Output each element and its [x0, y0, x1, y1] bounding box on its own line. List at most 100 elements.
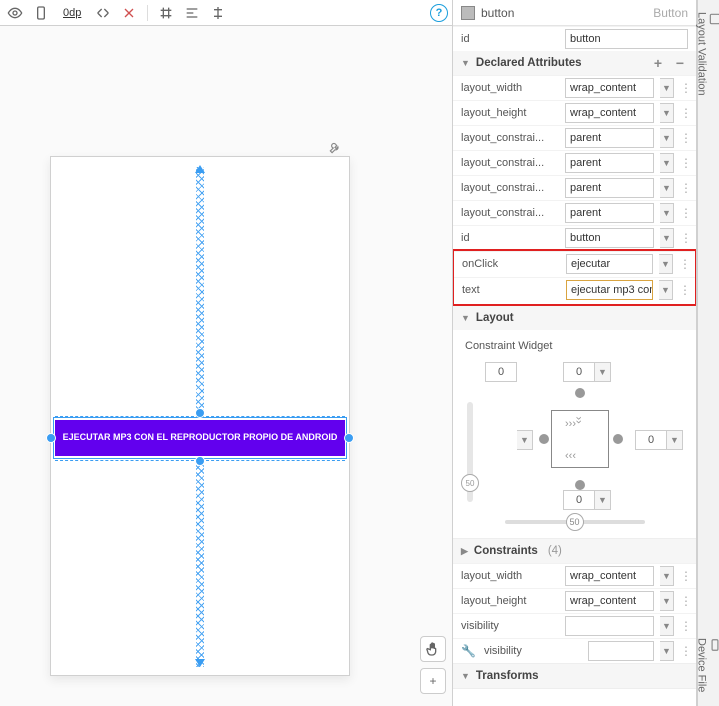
- anchor-left[interactable]: [539, 434, 549, 444]
- device-icon[interactable]: [30, 2, 52, 24]
- right-tool-tabs: Layout Validation Device File: [697, 0, 719, 706]
- object-name: button: [481, 6, 514, 20]
- more-icon[interactable]: ⋮: [680, 181, 688, 195]
- section-header-constraints[interactable]: ▶ Constraints (4): [453, 539, 696, 563]
- more-icon[interactable]: ⋮: [680, 619, 688, 633]
- dropdown-icon[interactable]: ▼: [595, 490, 611, 510]
- margin-right-field[interactable]: 0: [635, 430, 667, 450]
- canvas-area[interactable]: EJECUTAR MP3 CON EL REPRODUCTOR PROPIO D…: [0, 26, 452, 706]
- tab-layout-validation[interactable]: Layout Validation: [694, 6, 719, 102]
- attr-value-field[interactable]: parent: [565, 153, 654, 173]
- anchor-top[interactable]: [575, 388, 585, 398]
- dropdown-icon[interactable]: ▼: [660, 203, 674, 223]
- tab-device-file[interactable]: Device File: [694, 632, 719, 698]
- wrench-icon: 🔧: [461, 644, 476, 658]
- dropdown-icon[interactable]: ▼: [660, 616, 674, 636]
- attr-value-field[interactable]: wrap_content: [565, 566, 654, 586]
- attr-value-field[interactable]: parent: [565, 178, 654, 198]
- dropdown-icon[interactable]: ▼: [659, 280, 673, 300]
- margin-top-field[interactable]: 0: [563, 362, 595, 382]
- dropdown-icon[interactable]: ▼: [595, 362, 611, 382]
- more-icon[interactable]: ⋮: [680, 156, 688, 170]
- dropdown-icon[interactable]: ▼: [660, 591, 674, 611]
- attr-label: layout_constrai...: [461, 207, 559, 219]
- section-header-declared[interactable]: ▼ Declared Attributes + −: [453, 51, 696, 75]
- design-canvas-pane: 0dp ? EJECUTAR MP3 CON EL REPRODUCTOR PR…: [0, 0, 453, 706]
- more-icon[interactable]: ⋮: [680, 131, 688, 145]
- constraint-handle-bottom[interactable]: [195, 456, 205, 466]
- attr-value-field[interactable]: button: [565, 228, 654, 248]
- more-icon[interactable]: ⋮: [680, 206, 688, 220]
- margin-left-field[interactable]: 0: [485, 362, 517, 382]
- add-attribute-button[interactable]: +: [650, 55, 666, 71]
- help-icon[interactable]: ?: [430, 4, 448, 22]
- bias-thumb[interactable]: 50: [461, 474, 479, 492]
- more-icon[interactable]: ⋮: [679, 283, 687, 297]
- attr-value-field[interactable]: ejecutar mp3 con el reproductor propio d…: [566, 280, 653, 300]
- more-icon[interactable]: ⋮: [680, 106, 688, 120]
- more-icon[interactable]: ⋮: [680, 569, 688, 583]
- autoconnect-icon[interactable]: [92, 2, 114, 24]
- vertical-bias-slider[interactable]: 50: [467, 402, 473, 502]
- guideline-icon[interactable]: [207, 2, 229, 24]
- horizontal-bias-slider[interactable]: 50: [505, 520, 645, 524]
- more-icon[interactable]: ⋮: [680, 594, 688, 608]
- attr-row: visibility ▼ ⋮: [453, 613, 696, 638]
- constraint-widget[interactable]: 50 0 ▼ 0 ▼ 0 ▼ 0 ▼ ››› ‹‹‹ ››: [465, 362, 685, 512]
- section-header-transforms[interactable]: ▼ Transforms: [453, 664, 696, 688]
- dropdown-icon[interactable]: ▼: [667, 430, 683, 450]
- id-row: id button: [453, 26, 696, 51]
- dropdown-icon[interactable]: ▼: [660, 103, 674, 123]
- dropdown-icon[interactable]: ▼: [660, 178, 674, 198]
- dropdown-icon[interactable]: ▼: [660, 153, 674, 173]
- attributes-panel: button Button id button ▼ Declared Attri…: [453, 0, 697, 706]
- attr-value-field[interactable]: parent: [565, 203, 654, 223]
- dropdown-icon[interactable]: ▼: [517, 430, 533, 450]
- button-widget[interactable]: EJECUTAR MP3 CON EL REPRODUCTOR PROPIO D…: [55, 420, 345, 456]
- anchor-right[interactable]: [613, 434, 623, 444]
- object-type: Button: [653, 6, 688, 20]
- attr-value-field[interactable]: wrap_content: [565, 103, 654, 123]
- attr-value-field[interactable]: parent: [565, 128, 654, 148]
- more-icon[interactable]: ⋮: [680, 231, 688, 245]
- attr-label: id: [461, 232, 559, 244]
- constraint-handle-top[interactable]: [195, 408, 205, 418]
- size-indicator-icon: ‹‹‹: [565, 450, 576, 462]
- margin-bottom-field[interactable]: 0: [563, 490, 595, 510]
- align-icon[interactable]: [181, 2, 203, 24]
- more-icon[interactable]: ⋮: [680, 81, 688, 95]
- attr-value-field[interactable]: [588, 641, 654, 661]
- attr-value-field[interactable]: wrap_content: [565, 78, 654, 98]
- id-field[interactable]: button: [565, 29, 688, 49]
- clear-constraints-icon[interactable]: [118, 2, 140, 24]
- bias-thumb[interactable]: 50: [566, 513, 584, 531]
- dropdown-icon[interactable]: ▼: [660, 566, 674, 586]
- attr-value-field[interactable]: wrap_content: [565, 591, 654, 611]
- more-icon[interactable]: ⋮: [679, 257, 687, 271]
- section-title: Constraints: [474, 545, 538, 557]
- attr-value-field[interactable]: ejecutar: [566, 254, 653, 274]
- remove-attribute-button[interactable]: −: [672, 55, 688, 71]
- section-title: Declared Attributes: [476, 57, 582, 69]
- constraint-handle-right[interactable]: [344, 433, 354, 443]
- attr-row: layout_constrai...parent▼⋮: [453, 175, 696, 200]
- infer-constraints-icon[interactable]: [155, 2, 177, 24]
- dropdown-icon[interactable]: ▼: [660, 228, 674, 248]
- more-icon[interactable]: ⋮: [680, 644, 688, 658]
- anchor-bottom[interactable]: [575, 480, 585, 490]
- dropdown-icon[interactable]: ▼: [660, 641, 674, 661]
- constraint-handle-left[interactable]: [46, 433, 56, 443]
- default-margin-value[interactable]: 0dp: [56, 6, 88, 20]
- section-header-layout[interactable]: ▼ Layout: [453, 306, 696, 330]
- pan-icon[interactable]: [420, 636, 446, 662]
- dropdown-icon[interactable]: ▼: [660, 78, 674, 98]
- attr-row: onClickejecutar▼⋮: [454, 251, 695, 276]
- dropdown-icon[interactable]: ▼: [660, 128, 674, 148]
- zoom-in-icon[interactable]: +: [420, 668, 446, 694]
- attr-row: layout_constrai...parent▼⋮: [453, 150, 696, 175]
- device-file-icon: [708, 638, 719, 652]
- attr-label: visibility: [461, 620, 559, 632]
- eye-icon[interactable]: [4, 2, 26, 24]
- attr-value-field[interactable]: [565, 616, 654, 636]
- dropdown-icon[interactable]: ▼: [659, 254, 673, 274]
